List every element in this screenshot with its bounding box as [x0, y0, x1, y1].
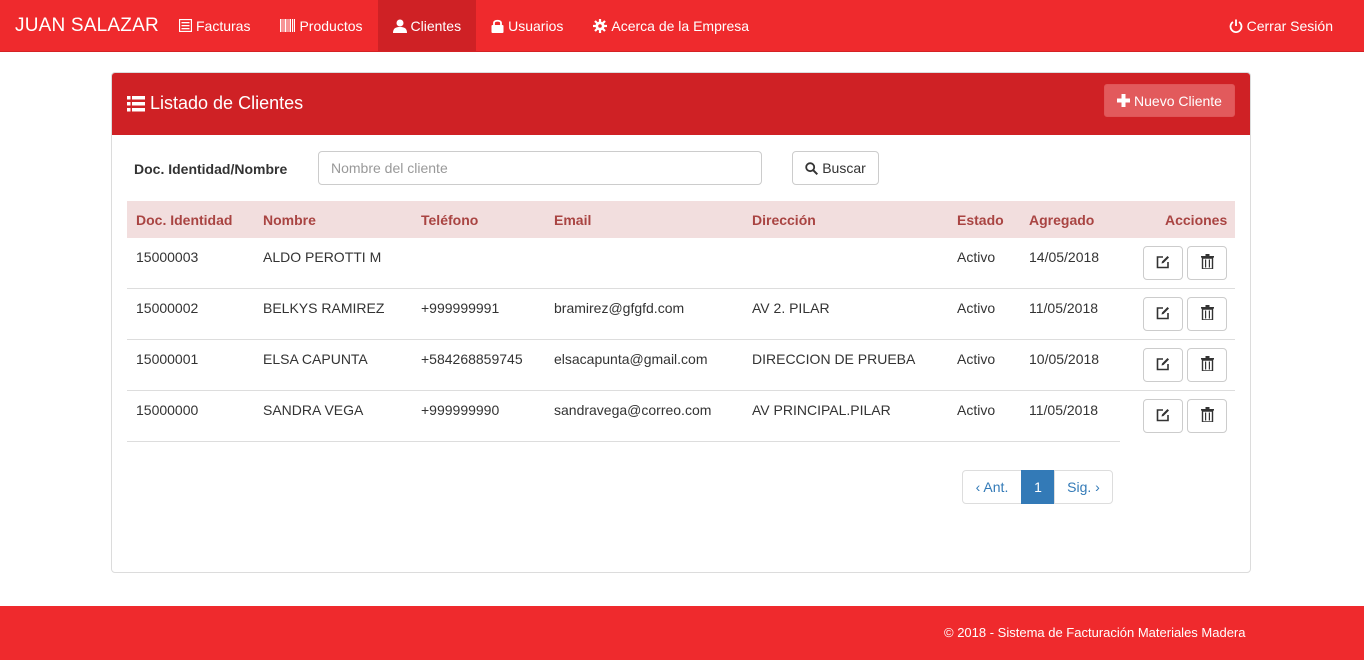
nav-item-productos[interactable]: Productos	[265, 0, 377, 51]
table-header: Doc. Identidad Nombre Teléfono Email Dir…	[127, 201, 1235, 238]
edit-button[interactable]	[1143, 297, 1183, 331]
cell-doc: 15000003	[136, 249, 199, 265]
trash-icon	[1200, 254, 1214, 272]
col-nombre[interactable]: Nombre	[263, 212, 316, 228]
edit-icon	[1156, 255, 1170, 272]
delete-button[interactable]	[1187, 348, 1227, 382]
cell-doc: 15000002	[136, 300, 199, 316]
table-row: 15000002 BELKYS RAMIREZ +999999991 brami…	[127, 289, 1235, 340]
trash-icon	[1200, 356, 1214, 374]
lock-icon	[491, 19, 504, 33]
cell-nombre: BELKYS RAMIREZ	[263, 300, 385, 316]
logout-label: Cerrar Sesión	[1246, 17, 1333, 34]
logout-link[interactable]: Cerrar Sesión	[1229, 0, 1333, 51]
new-client-label: Nuevo Cliente	[1134, 92, 1222, 109]
nav-label: Productos	[299, 17, 363, 34]
list-alt-icon	[179, 19, 192, 32]
col-acciones: Acciones	[1165, 212, 1228, 228]
cell-doc: 15000001	[136, 351, 199, 367]
nav-label: Facturas	[196, 17, 251, 34]
col-telefono[interactable]: Teléfono	[421, 212, 478, 228]
edit-icon	[1156, 357, 1170, 374]
nav-item-acerca[interactable]: Acerca de la Empresa	[578, 0, 764, 51]
nav-item-facturas[interactable]: Facturas	[164, 0, 265, 51]
cell-email: bramirez@gfgfd.com	[554, 300, 685, 316]
cell-telefono: +584268859745	[421, 351, 523, 367]
search-button-label: Buscar	[822, 160, 866, 176]
pagination-page-1[interactable]: 1	[1021, 470, 1055, 504]
cell-telefono: +999999990	[421, 402, 500, 418]
new-client-button[interactable]: Nuevo Cliente	[1104, 84, 1235, 117]
nav-item-usuarios[interactable]: Usuarios	[476, 0, 578, 51]
cell-email: elsacapunta@gmail.com	[554, 351, 708, 367]
cell-nombre: SANDRA VEGA	[263, 402, 364, 418]
col-direccion[interactable]: Dirección	[752, 212, 816, 228]
panel-title: Listado de Clientes	[127, 93, 303, 114]
cell-nombre: ALDO PEROTTI M	[263, 249, 382, 265]
search-button[interactable]: Buscar	[792, 151, 879, 185]
cell-estado: Activo	[957, 351, 996, 367]
cell-telefono: +999999991	[421, 300, 500, 316]
delete-button[interactable]	[1187, 246, 1227, 280]
brand-name[interactable]: JUAN SALAZAR	[15, 15, 159, 37]
col-doc[interactable]: Doc. Identidad	[136, 212, 232, 228]
nav-label: Acerca de la Empresa	[611, 17, 750, 34]
nav-label: Usuarios	[508, 17, 564, 34]
cell-direccion: DIRECCION DE PRUEBA	[752, 351, 916, 367]
search-input[interactable]	[318, 151, 762, 185]
pagination-prev[interactable]: ‹ Ant.	[962, 470, 1022, 504]
delete-button[interactable]	[1187, 399, 1227, 433]
cell-direccion: AV 2. PILAR	[752, 300, 830, 316]
cell-agregado: 11/05/2018	[1029, 300, 1099, 316]
barcode-icon	[280, 19, 296, 32]
col-email[interactable]: Email	[554, 212, 591, 228]
cell-doc: 15000000	[136, 402, 199, 418]
cell-agregado: 11/05/2018	[1029, 402, 1099, 418]
col-agregado[interactable]: Agregado	[1029, 212, 1094, 228]
cell-nombre: ELSA CAPUNTA	[263, 351, 368, 367]
cell-estado: Activo	[957, 300, 996, 316]
pagination-next[interactable]: Sig. ›	[1054, 470, 1113, 504]
nav-label: Clientes	[410, 17, 462, 34]
table-row: 15000001 ELSA CAPUNTA +584268859745 elsa…	[127, 340, 1235, 391]
row-divider	[127, 441, 1120, 442]
list-icon	[127, 95, 145, 112]
table-row: 15000000 SANDRA VEGA +999999990 sandrave…	[127, 391, 1235, 442]
clients-panel: Listado de Clientes Nuevo Cliente Doc. I…	[111, 72, 1251, 573]
cell-estado: Activo	[957, 402, 996, 418]
plus-icon	[1117, 94, 1131, 107]
cell-estado: Activo	[957, 249, 996, 265]
pagination: ‹ Ant. 1 Sig. ›	[962, 470, 1113, 504]
search-label: Doc. Identidad/Nombre	[134, 161, 288, 177]
cell-email: sandravega@correo.com	[554, 402, 712, 418]
user-icon	[392, 19, 407, 33]
panel-heading: Listado de Clientes Nuevo Cliente	[112, 73, 1250, 135]
cell-agregado: 14/05/2018	[1029, 249, 1100, 265]
cell-direccion: AV PRINCIPAL.PILAR	[752, 402, 891, 418]
panel-title-text: Listado de Clientes	[150, 93, 304, 113]
table-row: 15000003 ALDO PEROTTI M Activo 14/05/201…	[127, 238, 1235, 289]
col-estado[interactable]: Estado	[957, 212, 1004, 228]
power-icon	[1229, 19, 1243, 33]
edit-icon	[1156, 306, 1170, 323]
nav-item-clientes[interactable]: Clientes	[377, 0, 477, 51]
gear-icon	[593, 18, 608, 33]
edit-button[interactable]	[1143, 399, 1183, 433]
footer: © 2018 - Sistema de Facturación Material…	[0, 606, 1364, 660]
trash-icon	[1200, 407, 1214, 425]
main-nav: Facturas Productos Clientes Usuarios Ace…	[164, 0, 764, 51]
footer-copyright: © 2018 - Sistema de Facturación Material…	[944, 625, 1246, 640]
edit-button[interactable]	[1143, 246, 1183, 280]
search-icon	[805, 161, 819, 175]
cell-agregado: 10/05/2018	[1029, 351, 1100, 367]
top-navbar: JUAN SALAZAR Facturas Productos Clientes…	[0, 0, 1364, 52]
trash-icon	[1200, 305, 1214, 323]
edit-button[interactable]	[1143, 348, 1183, 382]
edit-icon	[1156, 408, 1170, 425]
delete-button[interactable]	[1187, 297, 1227, 331]
